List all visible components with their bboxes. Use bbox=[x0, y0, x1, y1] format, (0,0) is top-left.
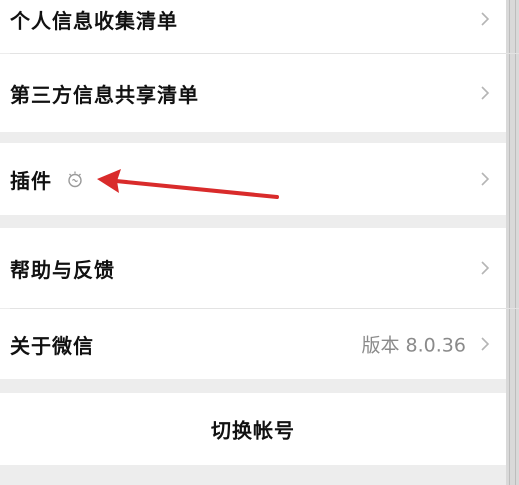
menu-item-about-wechat[interactable]: 关于微信 版本 8.0.36 bbox=[0, 309, 506, 379]
scrollbar[interactable] bbox=[506, 0, 519, 485]
menu-item-label: 个人信息收集清单 bbox=[10, 8, 178, 33]
chevron-right-icon bbox=[476, 335, 494, 353]
chevron-right-icon bbox=[476, 10, 494, 28]
menu-item-label: 关于微信 bbox=[10, 333, 94, 358]
menu-item-third-party-sharing-list[interactable]: 第三方信息共享清单 bbox=[0, 54, 506, 132]
menu-item-help-feedback[interactable]: 帮助与反馈 bbox=[0, 228, 506, 308]
menu-item-label: 插件 bbox=[10, 168, 52, 193]
row-spacer bbox=[0, 38, 506, 53]
switch-account-label: 切换帐号 bbox=[211, 418, 295, 443]
plugin-bulb-icon bbox=[64, 168, 86, 190]
chevron-right-icon bbox=[476, 259, 494, 277]
chevron-right-icon bbox=[476, 170, 494, 188]
menu-item-label: 第三方信息共享清单 bbox=[10, 82, 199, 107]
menu-item-personal-info-list[interactable]: 个人信息收集清单 bbox=[0, 0, 506, 38]
version-value: 版本 8.0.36 bbox=[361, 334, 466, 357]
menu-item-label: 帮助与反馈 bbox=[10, 257, 115, 282]
switch-account-button[interactable]: 切换帐号 bbox=[0, 393, 506, 465]
chevron-right-icon bbox=[476, 84, 494, 102]
menu-item-plugins[interactable]: 插件 bbox=[0, 143, 506, 215]
